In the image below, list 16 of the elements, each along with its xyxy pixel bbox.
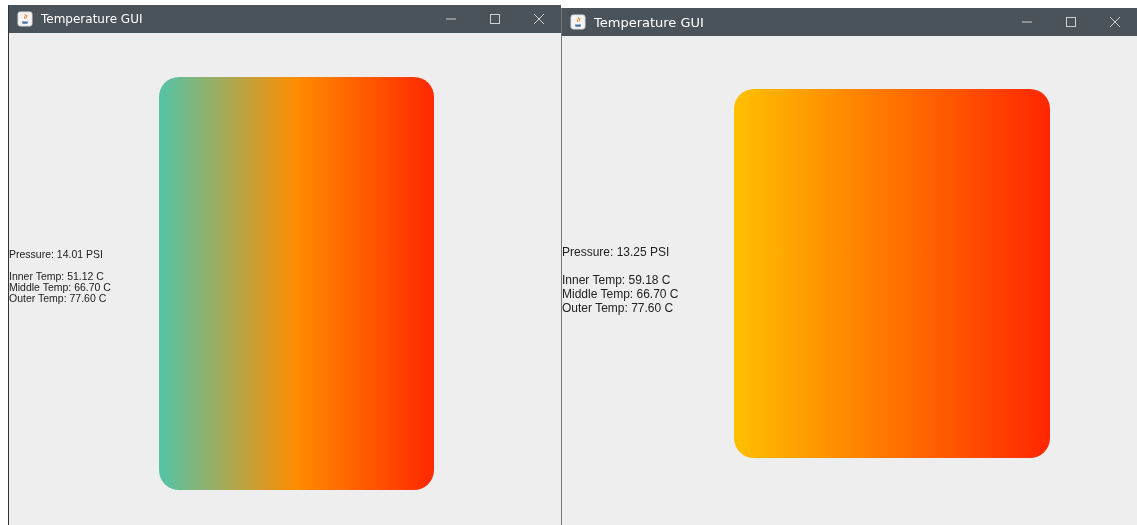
temperature-reading: Middle Temp: 66.70 C [562,286,680,301]
close-icon [534,14,544,24]
app-icon [570,14,586,30]
close-icon [1110,17,1120,27]
temperature-reading: Outer Temp: 77.60 C [9,293,108,304]
temperature-reading: Outer Temp: 77.60 C [562,300,675,315]
window-title: Temperature GUI [594,14,704,30]
window-title: Temperature GUI [41,12,143,26]
pressure-reading: Pressure: 13.25 PSI [562,244,671,259]
app-icon [17,11,33,27]
maximize-icon [1066,17,1076,27]
temperature-reading: Inner Temp: 59.18 C [562,272,672,287]
temperature-reading: Inner Temp: 51.12 C [9,271,104,282]
temperature-reading: Middle Temp: 66.70 C [9,282,112,293]
maximize-icon [490,14,500,24]
pressure-reading: Pressure: 14.01 PSI [9,249,104,260]
